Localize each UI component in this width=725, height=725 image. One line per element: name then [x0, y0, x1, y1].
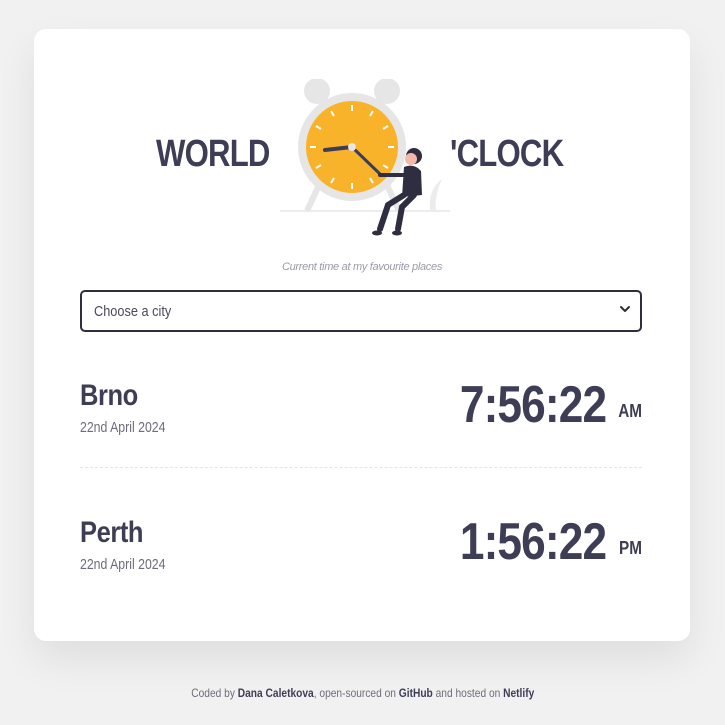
- main-card: WORLD 'CLOCK Current time at my favourit…: [34, 29, 690, 641]
- city-time: 7:56:22: [459, 376, 607, 434]
- app-title-left: WORLD: [156, 133, 270, 175]
- author-link[interactable]: Dana Caletkova: [237, 686, 313, 700]
- chevron-down-icon: [620, 306, 630, 312]
- netlify-link[interactable]: Netlify: [503, 686, 534, 700]
- footer-mid-1: , open-sourced on: [313, 686, 399, 700]
- city-row-perth: Perth 22nd April 2024 1:56:22 PM: [80, 516, 642, 596]
- app-subtitle: Current time at my favourite places: [281, 261, 443, 273]
- city-select-value: Choose a city: [94, 303, 172, 320]
- city-name: Brno: [80, 379, 138, 412]
- city-name: Perth: [80, 516, 144, 549]
- footer: Coded by Dana Caletkova, open-sourced on…: [0, 686, 725, 700]
- city-ampm: AM: [618, 401, 642, 421]
- footer-prefix: Coded by: [190, 686, 238, 700]
- city-divider: [80, 467, 642, 468]
- city-date: 22nd April 2024: [80, 419, 166, 436]
- city-select[interactable]: Choose a city: [80, 290, 642, 332]
- footer-mid-2: and hosted on: [432, 686, 503, 700]
- city-date: 22nd April 2024: [80, 556, 166, 573]
- github-link[interactable]: GitHub: [399, 686, 433, 700]
- app-title-right: 'CLOCK: [450, 133, 564, 175]
- city-time: 1:56:22: [459, 513, 607, 571]
- city-ampm: PM: [619, 538, 642, 558]
- city-row-brno: Brno 22nd April 2024 7:56:22 AM: [80, 379, 642, 459]
- clock-illustration: [280, 79, 450, 236]
